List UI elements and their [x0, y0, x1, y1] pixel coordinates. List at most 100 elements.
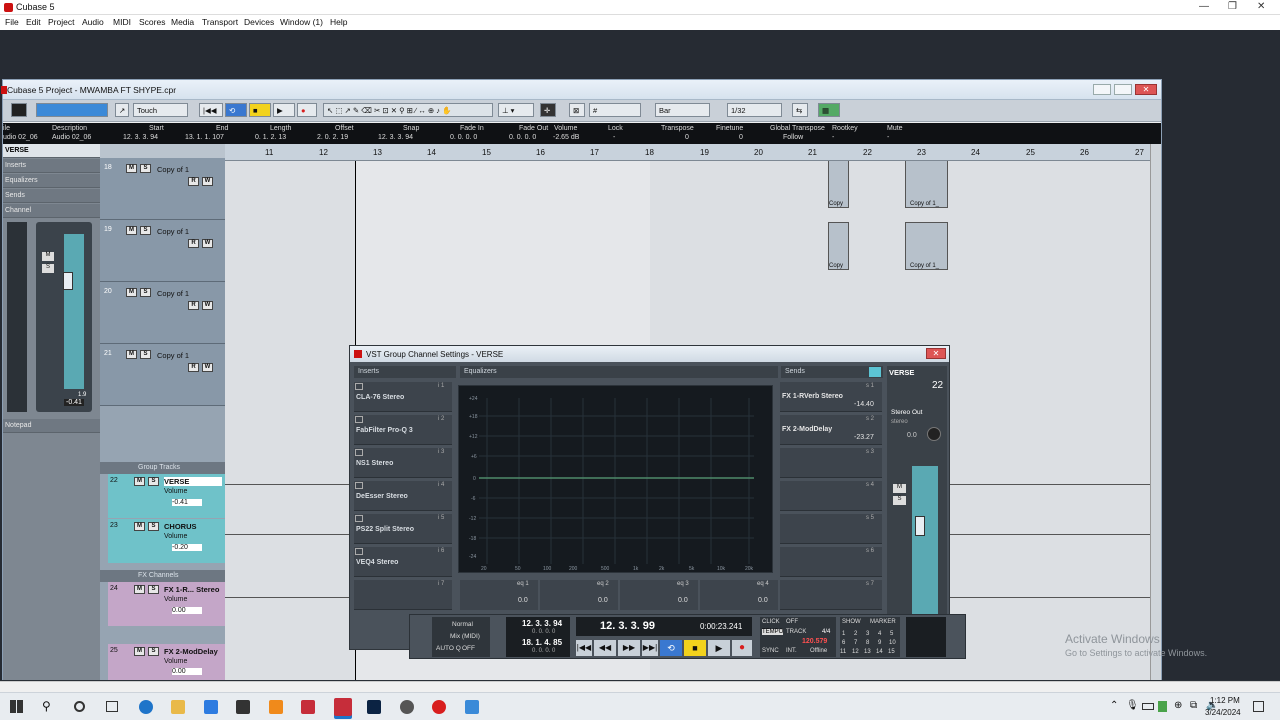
photoshop-icon[interactable]	[367, 700, 381, 714]
marker-13[interactable]: 13	[864, 649, 871, 655]
view-options-button[interactable]	[36, 103, 108, 117]
marker-3[interactable]: 3	[866, 631, 869, 637]
cycle-record-mode[interactable]: Mix (MIDI)	[450, 633, 480, 640]
record-button[interactable]: ●	[297, 103, 317, 117]
info-value-length[interactable]: 0. 1. 2. 13	[255, 134, 286, 141]
grid-type-select[interactable]: Bar	[655, 103, 710, 117]
info-value-offset[interactable]: 2. 0. 2. 19	[317, 134, 348, 141]
channel-mute-button[interactable]: M	[893, 484, 906, 493]
menu-file[interactable]: File	[5, 17, 19, 27]
track-solo-button[interactable]: S	[148, 522, 159, 531]
send-slot-1[interactable]: s 1 FX 1-RVerb Stereo -14.40	[780, 382, 882, 412]
eq-band-4[interactable]: eq 4 0.0	[700, 580, 778, 610]
track-read-button[interactable]: R	[188, 363, 199, 372]
track-write-button[interactable]: W	[202, 177, 213, 186]
shield-icon[interactable]	[1158, 701, 1167, 712]
insert-slot-3[interactable]: i 3 NS1 Stereo	[354, 448, 452, 478]
inspector-fader-value[interactable]: -0.41	[64, 399, 84, 406]
audio-event[interactable]: Copy of 1_	[905, 222, 948, 270]
fx-folder-track[interactable]: FX Channels	[100, 570, 225, 582]
automation-value[interactable]: -0.41	[172, 499, 202, 506]
insert-plugin-name[interactable]: CLA-76 Stereo	[356, 394, 404, 401]
marker-12[interactable]: 12	[852, 649, 859, 655]
track-write-button[interactable]: W	[202, 239, 213, 248]
insert-plugin-name[interactable]: VEQ4 Stereo	[356, 559, 398, 566]
audio-event[interactable]: Copy	[828, 222, 849, 270]
insert-bypass-icon[interactable]	[355, 383, 363, 390]
track-mute-button[interactable]: M	[134, 522, 145, 531]
insert-bypass-icon[interactable]	[355, 449, 363, 456]
auto-quantize[interactable]: AUTO Q	[436, 645, 461, 652]
automation-line-icon[interactable]: ↗	[115, 103, 129, 117]
fl-studio-icon[interactable]	[269, 700, 283, 714]
inspector-sends-section[interactable]: Sends	[3, 189, 100, 203]
transport-stop-button[interactable]: ■	[684, 640, 706, 656]
settings-gear-icon[interactable]	[400, 700, 414, 714]
sends-header[interactable]: Sends	[781, 366, 883, 378]
chevron-up-icon[interactable]: ⌃	[1110, 700, 1118, 711]
track-name[interactable]: FX 1-R... Stereo	[164, 585, 219, 594]
timeline-ruler[interactable]: 11 12 13 14 15 16 17 18 19 20 21 22 23 2…	[225, 144, 1150, 161]
project-close-button[interactable]: ✕	[1135, 84, 1157, 95]
track-mute-button[interactable]: M	[126, 350, 137, 359]
quantize-select[interactable]: 1/32	[727, 103, 782, 117]
transport-goto-end-button[interactable]: ▶▶|	[642, 640, 658, 656]
info-value-global-transpose[interactable]: Follow	[783, 134, 803, 141]
menu-help[interactable]: Help	[330, 17, 347, 27]
goto-start-button[interactable]: |◀◀	[199, 103, 223, 117]
insert-plugin-name[interactable]: FabFilter Pro-Q 3	[356, 427, 413, 434]
eq-band-2[interactable]: eq 2 0.0	[540, 580, 618, 610]
track-write-button[interactable]: W	[202, 363, 213, 372]
insert-slot-2[interactable]: i 2 FabFilter Pro-Q 3	[354, 415, 452, 445]
position-bars[interactable]: 12. 3. 3. 99	[600, 620, 655, 632]
send-level[interactable]: -23.27	[854, 434, 874, 441]
cubase-taskbar-icon[interactable]	[301, 700, 315, 714]
notification-icon[interactable]	[1253, 701, 1264, 712]
marker-4[interactable]: 4	[878, 631, 881, 637]
track-mute-button[interactable]: M	[126, 288, 137, 297]
menu-transport[interactable]: Transport	[202, 17, 238, 27]
info-value-description[interactable]: Audio 02_06	[52, 134, 91, 141]
automation-mode-select[interactable]: Touch	[133, 103, 188, 117]
marker-8[interactable]: 8	[866, 640, 869, 646]
inspector-inserts-section[interactable]: Inserts	[3, 159, 100, 173]
nudge-button[interactable]: ⊥ ▾	[498, 103, 534, 117]
menu-edit[interactable]: Edit	[26, 17, 41, 27]
search-icon[interactable]: ⚲	[42, 699, 51, 713]
minimize-button[interactable]: —	[1199, 1, 1209, 12]
track-read-button[interactable]: R	[188, 301, 199, 310]
send-slot-7[interactable]: s 7	[780, 580, 882, 610]
grid-button[interactable]: #	[589, 103, 641, 117]
snap-button[interactable]: ✛	[540, 103, 556, 117]
recorder-icon[interactable]	[432, 700, 446, 714]
automation-value[interactable]: 0.00	[172, 607, 202, 614]
clock-date[interactable]: 3/24/2024	[1205, 708, 1241, 717]
info-value-end[interactable]: 13. 1. 1. 107	[185, 134, 224, 141]
channel-fader-handle[interactable]	[915, 516, 925, 536]
track-name[interactable]: Copy of 1	[157, 227, 189, 236]
position-display[interactable]: 12. 3. 3. 99 0:00:23.241	[576, 617, 752, 636]
pan-knob[interactable]	[927, 427, 941, 441]
send-destination[interactable]: FX 1-RVerb Stereo	[782, 393, 843, 400]
automation-param[interactable]: Volume	[164, 533, 187, 540]
insert-slot-5[interactable]: i 5 PS22 Split Stereo	[354, 514, 452, 544]
quantize-settings-button[interactable]: ⇆	[792, 103, 808, 117]
transport-cycle-button[interactable]: ⟲	[660, 640, 682, 656]
track-mute-button[interactable]: M	[134, 477, 145, 486]
audio-event[interactable]: Copy	[828, 160, 849, 208]
track-name[interactable]: Copy of 1	[157, 289, 189, 298]
snap-mode-select[interactable]: ⊠	[569, 103, 585, 117]
info-value-start[interactable]: 12. 3. 3. 94	[123, 134, 158, 141]
inspector-mute-button[interactable]: M	[42, 252, 54, 261]
track-21[interactable]: 21 M S Copy of 1 R W	[100, 344, 225, 406]
inspector-equalizers-section[interactable]: Equalizers	[3, 174, 100, 188]
insert-plugin-name[interactable]: PS22 Split Stereo	[356, 526, 414, 533]
horizontal-scrollbar[interactable]	[0, 681, 1280, 692]
track-read-button[interactable]: R	[188, 239, 199, 248]
right-locator[interactable]: 18. 1. 4. 85	[522, 638, 562, 647]
marker-2[interactable]: 2	[854, 631, 857, 637]
info-value-rootkey[interactable]: -	[832, 134, 834, 141]
network-icon[interactable]: ⧉	[1190, 700, 1197, 711]
eq-band-value[interactable]: 0.0	[678, 597, 688, 604]
info-value-mute[interactable]: -	[887, 134, 889, 141]
